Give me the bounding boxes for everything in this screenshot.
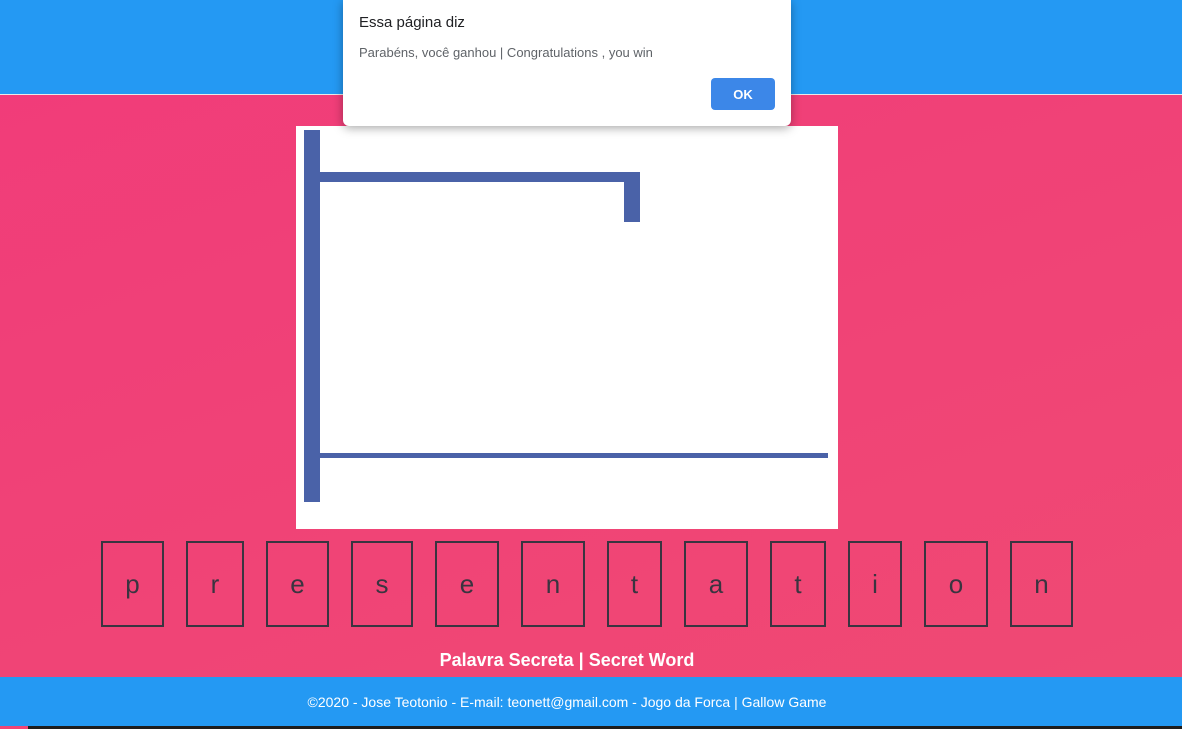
footer-bar: ©2020 - Jose Teotonio - E-mail: teonett@… <box>0 677 1182 726</box>
gallows-drawing-board <box>296 126 838 529</box>
letter: o <box>948 568 964 599</box>
letter: a <box>708 568 724 599</box>
secret-word-label: Palavra Secreta | Secret Word <box>439 650 695 670</box>
alert-message: Parabéns, você ganhou | Congratulations … <box>359 45 653 60</box>
letter-slot-12: n <box>1010 541 1073 627</box>
letter: i <box>872 568 878 599</box>
gallows-svg <box>304 130 828 502</box>
letter: t <box>794 568 802 599</box>
letter: e <box>459 568 475 599</box>
letter-slot-5: e <box>435 541 499 627</box>
letter-slot-8: a <box>684 541 748 627</box>
letter-slot-11: o <box>924 541 988 627</box>
letter-slot-10: i <box>848 541 902 627</box>
letter-slot-6: n <box>521 541 585 627</box>
gallows-beam <box>312 172 640 182</box>
letter: s <box>375 568 389 599</box>
gallows-base <box>312 453 828 458</box>
letter: t <box>630 568 639 599</box>
letter: r <box>210 568 220 599</box>
letter-slot-2: r <box>186 541 244 627</box>
letter: e <box>290 568 305 599</box>
gallows-post <box>304 130 320 502</box>
footer-credits: ©2020 - Jose Teotonio - E-mail: teonett@… <box>307 693 827 710</box>
alert-title: Essa página diz <box>359 14 465 31</box>
letter-slot-7: t <box>607 541 662 627</box>
letter: n <box>1034 568 1049 599</box>
ok-button[interactable]: OK <box>711 78 775 110</box>
letter-slot-9: t <box>770 541 826 627</box>
alert-dialog: Essa página diz Parabéns, você ganhou | … <box>343 0 791 126</box>
game-page: p r e s e n t a t i o n Palavra Secreta … <box>0 0 1182 729</box>
letter-slot-4: s <box>351 541 413 627</box>
gallows-rope-hook <box>624 172 640 222</box>
letter-slot-3: e <box>266 541 329 627</box>
secret-word-letters: p r e s e n t a t i o n <box>0 541 1182 629</box>
letter-slot-1: p <box>101 541 164 627</box>
letter: n <box>545 568 561 599</box>
letter: p <box>125 568 140 599</box>
